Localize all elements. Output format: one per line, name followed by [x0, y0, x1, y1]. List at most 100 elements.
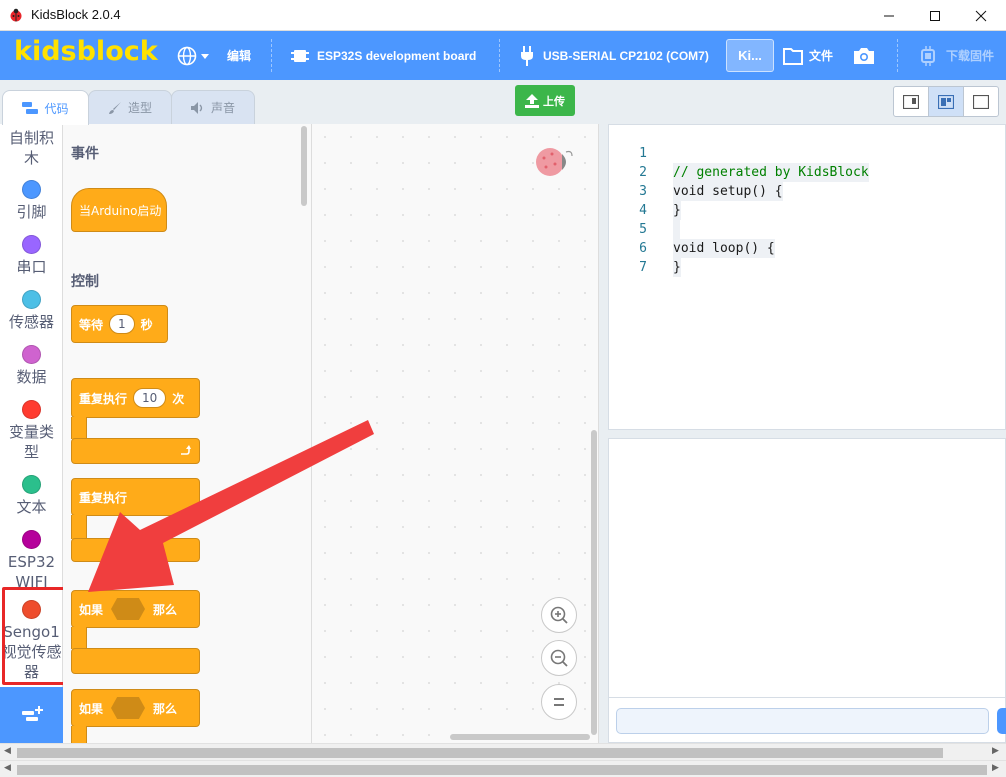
file-menu[interactable]: 文件 [783, 31, 833, 80]
forever-block[interactable]: 重复执行 [71, 478, 200, 516]
when-arduino-start-block[interactable]: 当Arduino启动 [71, 188, 167, 232]
category-data[interactable]: 数据 [0, 345, 62, 387]
block-label: 那么 [153, 701, 178, 716]
workspace-vertical-scrollbar[interactable] [591, 430, 597, 735]
layout-full-icon [973, 94, 989, 109]
code-text [673, 220, 680, 239]
zoom-out-icon [550, 649, 568, 667]
repeat-value-input[interactable]: 10 [133, 388, 167, 408]
edit-menu[interactable]: 编辑 [227, 31, 251, 80]
download-firmware-label: 下载固件 [946, 49, 995, 63]
condition-slot[interactable] [111, 697, 146, 719]
tab-code[interactable]: 代码 [2, 90, 89, 125]
category-label: 变量类型 [8, 423, 54, 461]
layout-small-stage-icon [903, 94, 919, 109]
ladybug-sprite-icon [536, 148, 573, 176]
tab-costumes[interactable]: 造型 [88, 90, 172, 124]
code-line: 4 [609, 182, 680, 239]
forever-block-footer [71, 538, 200, 562]
block-label: 次 [172, 391, 185, 406]
zoom-in-button[interactable] [541, 597, 577, 633]
menu-separator [271, 39, 272, 72]
category-label: 串口 [16, 258, 47, 276]
editor-tabs: 代码 造型 声音 [0, 80, 1006, 125]
line-number: 7 [639, 260, 647, 275]
add-extension-button[interactable] [0, 687, 63, 743]
category-my-blocks[interactable]: 自制积木 [0, 128, 62, 168]
category-dot [22, 475, 41, 494]
code-line: 7 [609, 239, 647, 275]
scroll-right-icon[interactable]: ▶ [992, 746, 999, 756]
horizontal-scrollbar[interactable]: ◀ ▶ [0, 760, 1006, 777]
layout-small-stage-button[interactable] [894, 87, 929, 116]
tab-costumes-label: 造型 [127, 101, 152, 115]
scroll-right-icon[interactable]: ▶ [992, 763, 999, 773]
block-label: 那么 [153, 602, 178, 617]
scrollbar-thumb[interactable] [17, 748, 943, 758]
upload-icon [525, 93, 539, 108]
category-esp32-wifi[interactable]: ESP32 WIFI [0, 530, 62, 592]
scroll-left-icon[interactable]: ◀ [4, 763, 11, 773]
chevron-down-icon [201, 53, 209, 59]
block-label: 重复执行 [79, 391, 128, 406]
board-select-label: ESP32S development board [317, 48, 477, 63]
kits-button[interactable]: Ki... [726, 39, 774, 72]
category-dot [22, 530, 41, 549]
wait-seconds-block[interactable]: 等待 1 秒 [71, 305, 168, 343]
board-select[interactable]: ESP32S development board [291, 31, 476, 80]
script-workspace[interactable] [312, 124, 599, 743]
category-sensors[interactable]: 传感器 [0, 290, 62, 332]
download-firmware-button[interactable]: 下载固件 [918, 31, 994, 80]
minimize-icon [884, 15, 894, 16]
workspace-horizontal-scrollbar[interactable] [450, 734, 590, 740]
zoom-out-button[interactable] [541, 640, 577, 676]
block-label: 重复执行 [79, 490, 128, 505]
zoom-reset-button[interactable] [541, 684, 577, 720]
forever-block-arm [71, 515, 87, 539]
tab-sounds[interactable]: 声音 [171, 90, 255, 124]
layout-switcher [893, 86, 999, 117]
upload-button[interactable]: 上传 [515, 85, 575, 116]
palette-scrollbar[interactable] [301, 126, 307, 206]
zoom-in-icon [550, 606, 568, 624]
menu-bar: kidsblock 编辑 ESP32S development board US… [0, 31, 1006, 80]
block-label: 等待 [79, 317, 104, 332]
category-serial[interactable]: 串口 [0, 235, 62, 277]
zoom-reset-icon [554, 698, 564, 706]
category-label: 文本 [16, 498, 47, 516]
maximize-button[interactable] [912, 0, 958, 31]
layout-split-button[interactable] [929, 87, 964, 116]
window-titlebar: KidsBlock 2.0.4 [0, 0, 1006, 31]
screenshot-button[interactable] [853, 31, 875, 80]
category-text[interactable]: 文本 [0, 475, 62, 517]
category-pins[interactable]: 引脚 [0, 180, 62, 222]
if-block-arm [71, 726, 87, 743]
tab-code-label: 代码 [44, 101, 69, 116]
firmware-chip-icon [921, 45, 935, 66]
horizontal-scrollbar[interactable]: ◀ ▶ [0, 743, 1006, 760]
repeat-times-block[interactable]: 重复执行 10 次 [71, 378, 200, 418]
if-then-block[interactable]: 如果 那么 [71, 689, 200, 727]
serial-send-input[interactable] [616, 708, 989, 734]
if-block-arm [71, 627, 87, 649]
minimize-button[interactable] [866, 0, 912, 31]
scroll-left-icon[interactable]: ◀ [4, 746, 11, 756]
port-select[interactable]: USB-SERIAL CP2102 (COM7) [519, 31, 709, 80]
language-menu[interactable] [177, 31, 210, 80]
category-label: ESP32 WIFI [7, 553, 56, 591]
if-then-block[interactable]: 如果 那么 [71, 590, 200, 628]
serial-send-button[interactable] [997, 708, 1006, 734]
loop-arrow-icon [181, 445, 191, 455]
wait-value-input[interactable]: 1 [109, 314, 135, 334]
category-label: 数据 [16, 368, 47, 386]
close-button[interactable] [958, 0, 1004, 31]
layout-full-button[interactable] [964, 87, 998, 116]
kidsblock-logo[interactable]: kidsblock [14, 36, 158, 67]
code-editor[interactable]: 1 // generated by KidsBlock 2 void setup… [608, 124, 1006, 430]
category-variable-types[interactable]: 变量类型 [0, 400, 62, 462]
condition-slot[interactable] [111, 598, 146, 620]
scrollbar-thumb[interactable] [17, 765, 987, 775]
block-label: 如果 [79, 602, 104, 617]
category-dot [22, 235, 41, 254]
code-line: 6 } [609, 220, 681, 277]
